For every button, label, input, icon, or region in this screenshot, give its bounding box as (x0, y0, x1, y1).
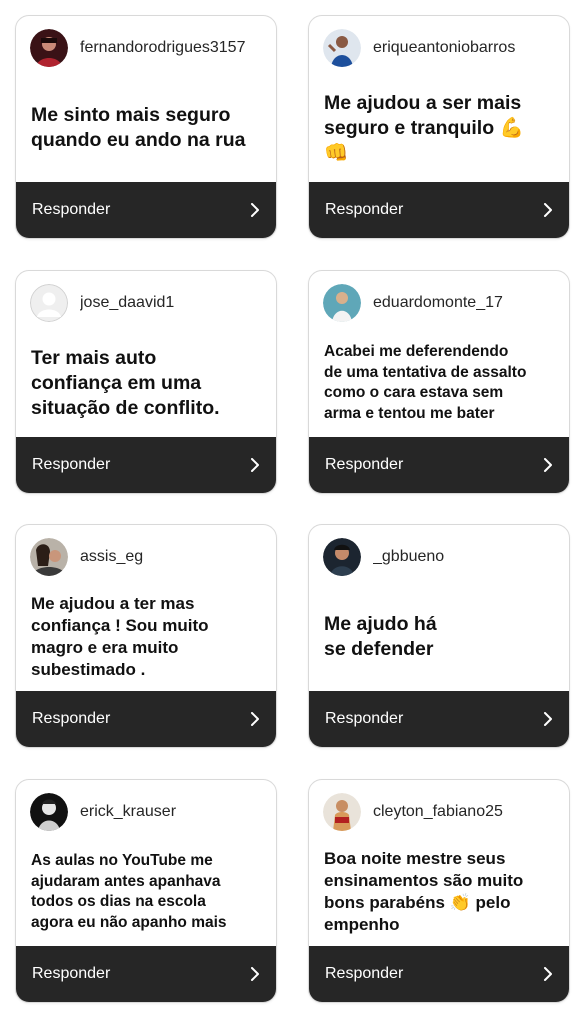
reply-card: erick_krauser As aulas no YouTube me aju… (15, 779, 277, 1003)
chevron-right-icon (544, 203, 552, 217)
username[interactable]: fernandorodrigues3157 (80, 39, 245, 57)
reply-card: _gbbueno Me ajudo há se defender Respond… (308, 524, 570, 748)
reply-button[interactable]: Responder (309, 182, 569, 238)
reply-text: Me ajudou a ter mas confiança ! Sou muit… (31, 594, 209, 679)
chevron-right-icon (251, 203, 259, 217)
reply-button[interactable]: Responder (309, 691, 569, 747)
avatar[interactable] (323, 29, 361, 67)
reply-label: Responder (32, 965, 111, 982)
card-header: eriqueantoniobarros (323, 28, 559, 68)
reply-label: Responder (325, 456, 404, 473)
reply-label: Responder (325, 965, 404, 982)
reply-text: Me ajudo há se defender (324, 613, 437, 660)
reply-text: Ter mais auto confiança em uma situação … (31, 346, 220, 419)
card-header: jose_daavid1 (30, 283, 266, 323)
reply-text: As aulas no YouTube me ajudaram antes ap… (31, 852, 227, 931)
avatar[interactable] (30, 29, 68, 67)
chevron-right-icon (544, 967, 552, 981)
reply-card: assis_eg Me ajudou a ter mas confiança !… (15, 524, 277, 748)
reply-text: Acabei me deferendendo de uma tentativa … (324, 343, 527, 422)
card-header: cleyton_fabiano25 (323, 792, 559, 832)
reply-card: jose_daavid1 Ter mais auto confiança em … (15, 270, 277, 494)
card-header: fernandorodrigues3157 (30, 28, 266, 68)
replies-grid: fernandorodrigues3157 Me sinto mais segu… (0, 0, 586, 1024)
chevron-right-icon (251, 712, 259, 726)
username[interactable]: assis_eg (80, 548, 143, 566)
reply-label: Responder (32, 201, 111, 218)
reply-label: Responder (32, 456, 111, 473)
reply-card: eriqueantoniobarros Me ajudou a ser mais… (308, 15, 570, 239)
chevron-right-icon (251, 967, 259, 981)
username[interactable]: jose_daavid1 (80, 294, 174, 312)
reply-text: Me ajudou a ser mais seguro e tranquilo … (324, 91, 524, 164)
reply-card: cleyton_fabiano25 Boa noite mestre seus … (308, 779, 570, 1003)
reply-label: Responder (325, 710, 404, 727)
avatar[interactable] (30, 793, 68, 831)
chevron-right-icon (251, 458, 259, 472)
username[interactable]: eduardomonte_17 (373, 294, 503, 312)
reply-button[interactable]: Responder (309, 946, 569, 1002)
chevron-right-icon (544, 458, 552, 472)
username[interactable]: eriqueantoniobarros (373, 39, 515, 57)
reply-text: Me sinto mais seguro quando eu ando na r… (31, 104, 246, 151)
reply-button[interactable]: Responder (16, 691, 276, 747)
reply-label: Responder (325, 201, 404, 218)
reply-card: eduardomonte_17 Acabei me deferendendo d… (308, 270, 570, 494)
username[interactable]: erick_krauser (80, 803, 176, 821)
avatar[interactable] (323, 793, 361, 831)
reply-text: Boa noite mestre seus ensinamentos são m… (324, 849, 524, 934)
username[interactable]: cleyton_fabiano25 (373, 803, 503, 821)
reply-button[interactable]: Responder (16, 437, 276, 493)
reply-card: fernandorodrigues3157 Me sinto mais segu… (15, 15, 277, 239)
reply-button[interactable]: Responder (16, 946, 276, 1002)
card-header: eduardomonte_17 (323, 283, 559, 323)
chevron-right-icon (544, 712, 552, 726)
reply-button[interactable]: Responder (309, 437, 569, 493)
card-header: _gbbueno (323, 537, 559, 577)
card-header: assis_eg (30, 537, 266, 577)
avatar[interactable] (30, 284, 68, 322)
reply-label: Responder (32, 710, 111, 727)
card-header: erick_krauser (30, 792, 266, 832)
avatar[interactable] (323, 284, 361, 322)
reply-button[interactable]: Responder (16, 182, 276, 238)
avatar[interactable] (323, 538, 361, 576)
username[interactable]: _gbbueno (373, 548, 444, 566)
avatar[interactable] (30, 538, 68, 576)
